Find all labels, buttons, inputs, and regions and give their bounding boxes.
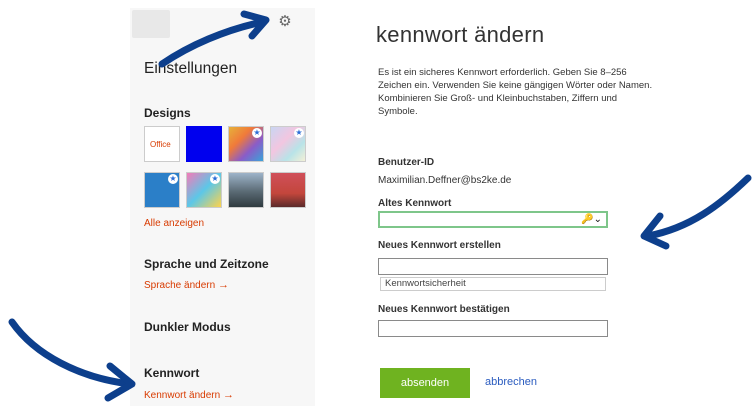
password-requirements-text: Es ist ein sicheres Kennwort erforderlic… <box>378 67 653 117</box>
confirm-password-field[interactable] <box>378 320 608 337</box>
annotation-arrowhead-password <box>104 362 136 402</box>
arrow-right-icon: → <box>217 279 229 291</box>
password-strength-indicator: Kennwortsicherheit <box>380 277 606 291</box>
dark-mode-heading: Dunkler Modus <box>144 320 231 334</box>
new-password-field[interactable] <box>378 258 608 275</box>
confirm-password-label: Neues Kennwort bestätigen <box>378 304 510 315</box>
annotation-arrow-password <box>8 318 134 388</box>
change-password-label: Kennwort ändern <box>144 390 221 401</box>
theme-circuit[interactable]: ★ <box>144 172 180 208</box>
user-id-label: Benutzer-ID <box>378 157 435 168</box>
designs-heading: Designs <box>144 106 191 120</box>
old-password-field[interactable]: 🔑⌄ <box>378 211 608 228</box>
annotation-arrow-old-password <box>644 174 752 240</box>
arrow-right-icon: → <box>222 389 234 401</box>
panel-header-placeholder <box>132 10 170 38</box>
theme-rainbow[interactable]: ★ <box>228 126 264 162</box>
gear-icon[interactable]: ⚙ <box>274 11 296 33</box>
show-all-designs-link[interactable]: Alle anzeigen <box>144 218 204 229</box>
password-heading: Kennwort <box>144 366 200 380</box>
star-badge-icon: ★ <box>168 174 178 184</box>
theme-colorful[interactable]: ★ <box>186 172 222 208</box>
star-badge-icon: ★ <box>210 174 220 184</box>
language-heading: Sprache und Zeitzone <box>144 257 269 271</box>
page-title: kennwort ändern <box>376 22 545 47</box>
old-password-label: Altes Kennwort <box>378 198 452 209</box>
annotation-arrowhead-old-password <box>640 212 670 250</box>
user-id-value: Maximilian.Deffner@bs2ke.de <box>378 175 512 186</box>
change-language-label: Sprache ändern <box>144 280 216 291</box>
submit-button[interactable]: absenden <box>380 368 470 398</box>
theme-blue[interactable] <box>186 126 222 162</box>
settings-panel: ⚙ Einstellungen Designs Office ★ ★ ★ ★ A… <box>130 8 315 406</box>
change-password-link[interactable]: Kennwort ändern → <box>144 389 234 401</box>
star-badge-icon: ★ <box>294 128 304 138</box>
settings-title: Einstellungen <box>144 60 238 77</box>
new-password-label: Neues Kennwort erstellen <box>378 240 501 251</box>
key-icon[interactable]: 🔑⌄ <box>581 214 602 225</box>
theme-sunset[interactable] <box>270 172 306 208</box>
theme-office[interactable]: Office <box>144 126 180 162</box>
cancel-link[interactable]: abbrechen <box>485 376 537 388</box>
theme-mountain[interactable] <box>228 172 264 208</box>
change-language-link[interactable]: Sprache ändern → <box>144 279 229 291</box>
theme-office-label: Office <box>150 140 171 149</box>
star-badge-icon: ★ <box>252 128 262 138</box>
theme-pastel[interactable]: ★ <box>270 126 306 162</box>
